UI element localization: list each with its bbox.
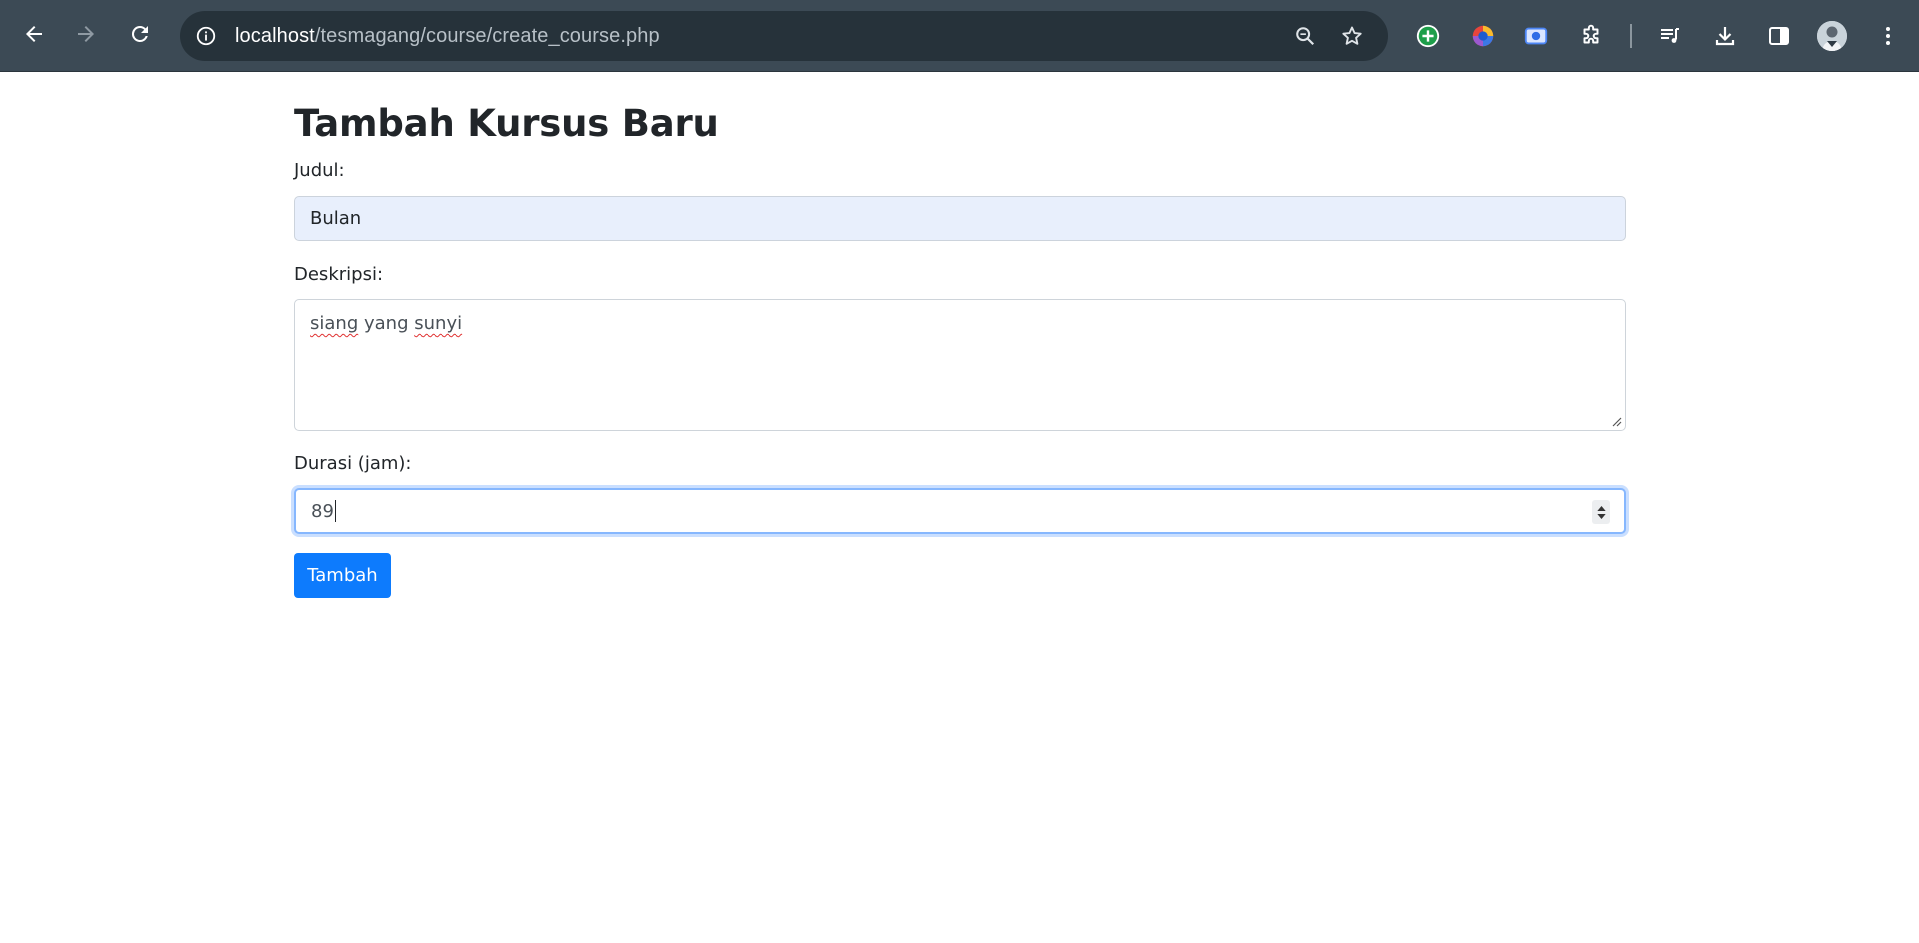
color-orb-icon[interactable] [1469,22,1497,50]
arrow-left-icon [26,26,42,42]
description-word-3: sunyi [414,313,463,334]
description-textarea[interactable]: siang yang sunyi [294,299,1626,431]
browser-toolbar: localhost/tesmagang/course/create_course… [0,0,1919,72]
star-icon[interactable] [1340,24,1364,48]
magnifier-icon[interactable] [1293,24,1317,48]
page-title: Tambah Kursus Baru [294,102,719,145]
description-word-2: yang [363,313,409,334]
title-input[interactable]: Bulan [294,196,1626,241]
spinner-down-icon[interactable] [1596,513,1606,519]
download-icon[interactable] [1711,22,1739,50]
description-value: siang yang sunyi [310,313,462,334]
duration-input-value: 89 [311,500,334,522]
toolbar-divider [1630,24,1632,48]
side-panel-icon[interactable] [1765,22,1793,50]
number-spinner[interactable] [1592,500,1610,524]
spinner-up-icon[interactable] [1596,505,1606,511]
description-word-1: siang [310,313,359,334]
url-host: localhost [235,25,315,47]
puzzle-icon[interactable] [1577,22,1605,50]
avatar-icon[interactable] [1817,21,1847,51]
screen-capture-icon[interactable] [1522,22,1550,50]
playlist-icon[interactable] [1656,22,1684,50]
duration-input[interactable]: 89 [294,488,1626,534]
resize-grip-icon[interactable] [1610,415,1622,427]
arrow-right-icon [78,26,94,42]
plus-circle-icon[interactable] [1414,22,1442,50]
title-input-value: Bulan [310,208,362,229]
url-path: /tesmagang/course/create_course.php [314,25,660,47]
address-bar[interactable]: localhost/tesmagang/course/create_course… [180,11,1388,61]
duration-label: Durasi (jam): [294,453,412,474]
back-button[interactable] [16,16,52,52]
forward-button[interactable] [68,16,104,52]
info-icon[interactable] [194,24,218,48]
description-label: Deskripsi: [294,264,384,285]
text-caret [334,500,336,522]
submit-button[interactable]: Tambah [294,553,391,598]
title-label: Judul: [294,160,345,181]
reload-icon [131,25,148,42]
kebab-menu-icon[interactable] [1874,22,1902,50]
reload-button[interactable] [122,16,158,52]
url-text[interactable]: localhost/tesmagang/course/create_course… [235,24,660,48]
